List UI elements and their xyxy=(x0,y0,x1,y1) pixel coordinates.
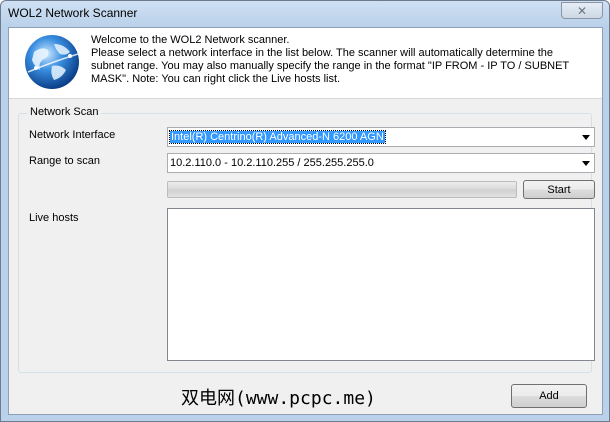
welcome-header: Welcome to the WOL2 Network scanner. Ple… xyxy=(9,28,602,99)
title-bar[interactable]: WOL2 Network Scanner ✕ xyxy=(1,1,609,27)
chevron-down-icon[interactable] xyxy=(582,161,590,166)
close-icon: ✕ xyxy=(576,3,588,18)
range-label: Range to scan xyxy=(29,155,100,167)
window-title: WOL2 Network Scanner xyxy=(8,6,138,20)
network-scan-group: Network Scan Network Interface Intel(R) … xyxy=(18,106,595,373)
welcome-line: Welcome to the WOL2 Network scanner. xyxy=(91,34,290,46)
range-value: 10.2.110.0 - 10.2.110.255 / 255.255.255.… xyxy=(170,157,374,169)
welcome-line: Please select a network interface in the… xyxy=(91,47,554,59)
close-button[interactable]: ✕ xyxy=(561,2,603,19)
network-interface-value: Intel(R) Centrino(R) Advanced-N 6200 AGN xyxy=(169,130,386,144)
welcome-line: subnet range. You may also manually spec… xyxy=(91,60,570,72)
chevron-down-icon[interactable] xyxy=(582,135,590,140)
welcome-text: Welcome to the WOL2 Network scanner. Ple… xyxy=(91,34,591,86)
group-label: Network Scan xyxy=(27,106,102,118)
network-interface-select[interactable]: Intel(R) Centrino(R) Advanced-N 6200 AGN xyxy=(167,127,595,147)
globe-network-icon xyxy=(25,35,79,89)
welcome-line: MASK". Note: You can right click the Liv… xyxy=(91,73,341,85)
add-button[interactable]: Add xyxy=(511,384,587,408)
start-button[interactable]: Start xyxy=(523,180,595,199)
range-select[interactable]: 10.2.110.0 - 10.2.110.255 / 255.255.255.… xyxy=(167,153,595,173)
start-button-label: Start xyxy=(547,183,571,196)
dialog-body: Welcome to the WOL2 Network scanner. Ple… xyxy=(8,27,603,415)
watermark-text: 双电网(www.pcpc.me) xyxy=(181,388,376,409)
scanner-window: WOL2 Network Scanner ✕ Welcome to the WO… xyxy=(0,0,610,422)
live-hosts-list[interactable] xyxy=(167,208,595,361)
network-interface-label: Network Interface xyxy=(29,129,116,141)
scan-progress-bar xyxy=(167,181,517,198)
add-button-label: Add xyxy=(539,390,559,402)
live-hosts-label: Live hosts xyxy=(29,212,79,224)
